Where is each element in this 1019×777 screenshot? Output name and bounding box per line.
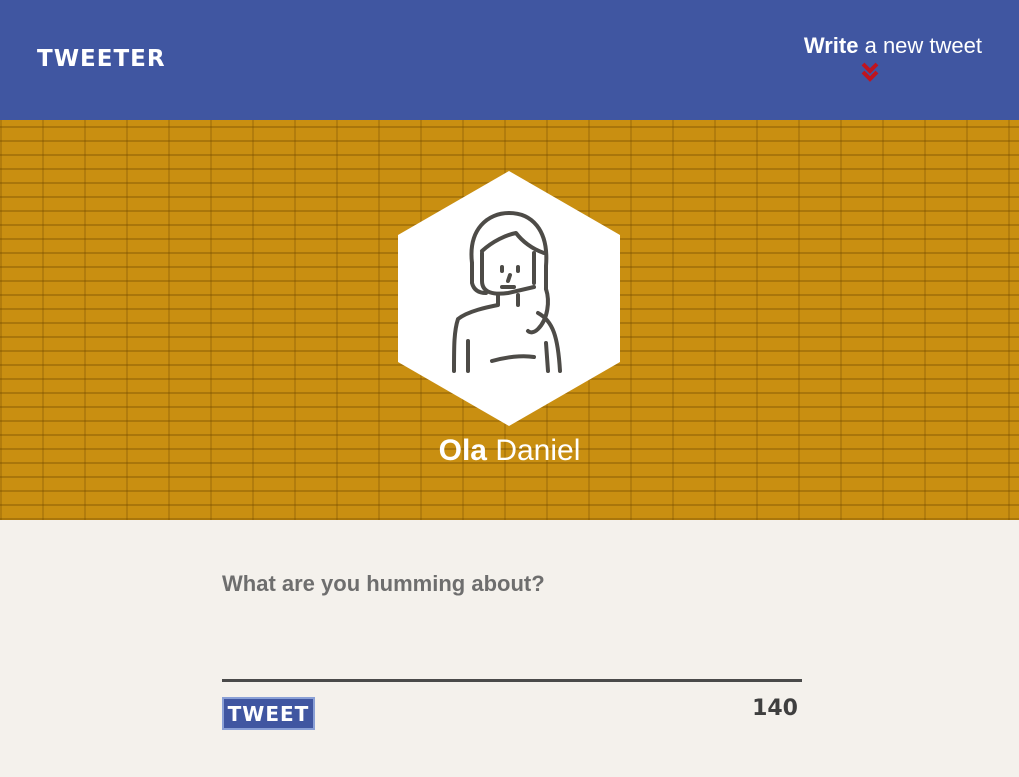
last-name: Daniel (495, 434, 581, 467)
write-tweet-toggle[interactable]: Write a new tweet (782, 33, 982, 88)
top-nav: TWEETER Write a new tweet (0, 0, 1019, 120)
logo[interactable]: TWEETER (37, 46, 166, 72)
tweet-button[interactable]: TWEET (222, 697, 315, 730)
write-tweet-label: Write a new tweet (782, 33, 982, 59)
double-chevron-down-icon[interactable] (860, 61, 880, 83)
woman-avatar-icon (398, 171, 620, 426)
character-counter: 140 (752, 696, 798, 721)
first-name: Ola (438, 434, 487, 467)
tweet-input[interactable] (222, 568, 802, 682)
write-tweet-strong: Write (803, 33, 859, 58)
profile-name: Ola Daniel (0, 434, 1019, 468)
write-tweet-rest: a new tweet (864, 33, 982, 58)
tweet-composer: TWEET 140 (222, 568, 802, 738)
